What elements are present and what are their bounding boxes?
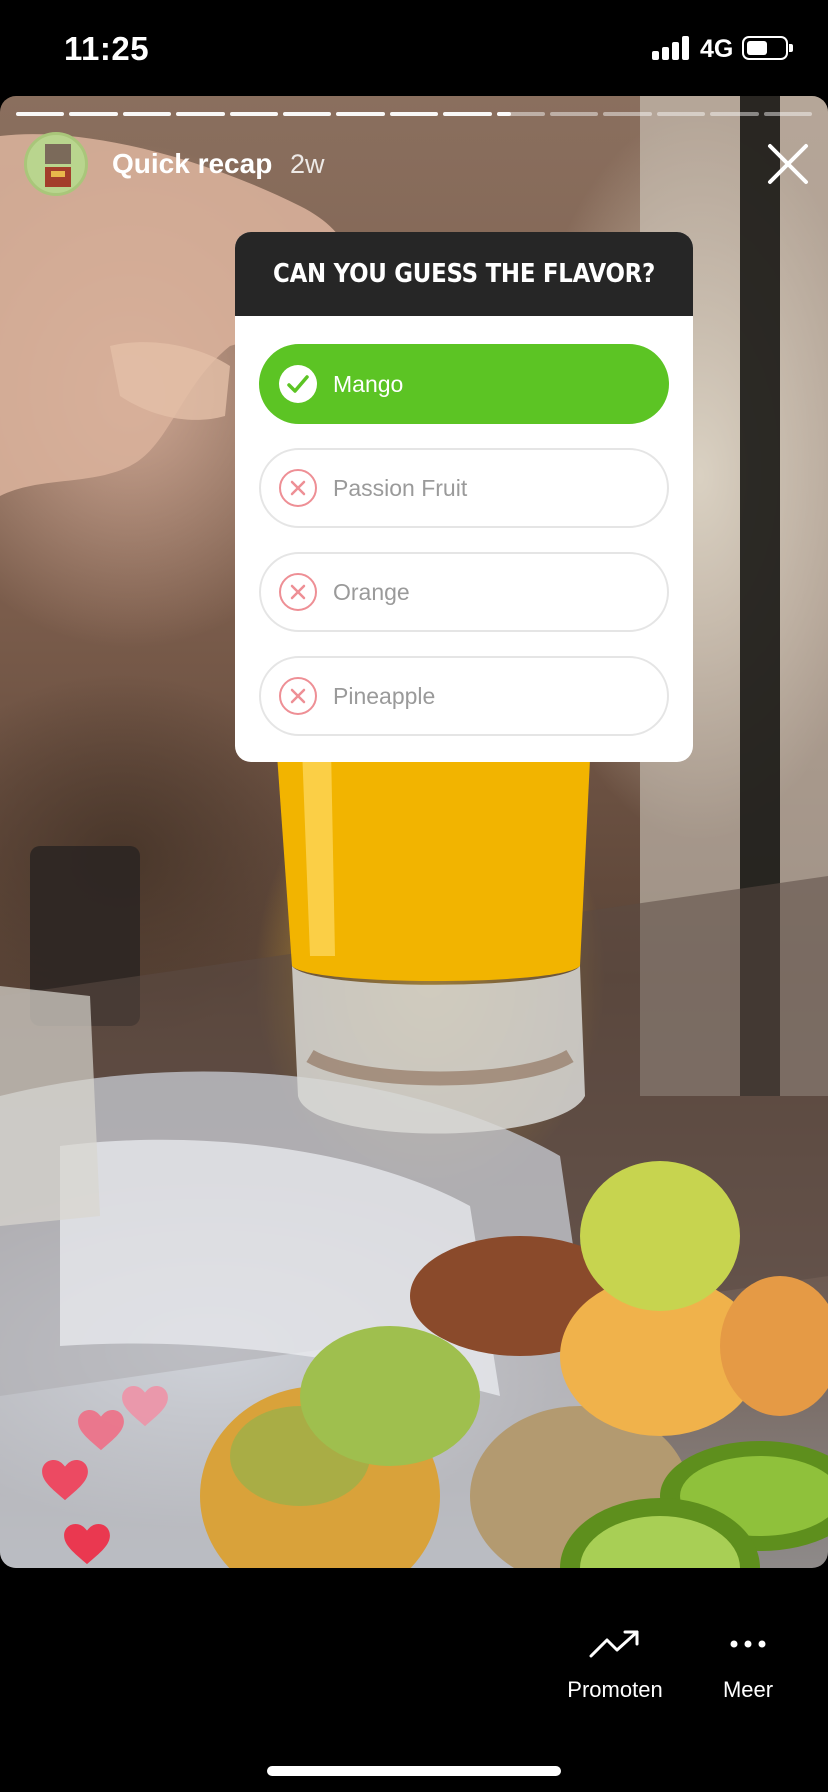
more-button[interactable]: Meer — [708, 1628, 788, 1703]
story-progress-segment — [550, 112, 599, 116]
account-avatar[interactable] — [24, 132, 88, 196]
story-progress-segment — [16, 112, 65, 116]
story-bottom-bar: Promoten Meer — [0, 1568, 828, 1792]
heart-icon — [78, 1410, 124, 1451]
quiz-option-pineapple[interactable]: Pineapple — [259, 656, 669, 736]
quiz-option-label: Pineapple — [333, 683, 436, 709]
story-progress-segment — [283, 112, 332, 116]
story-progress-segment — [122, 112, 172, 116]
account-name[interactable]: Quick recap — [112, 148, 272, 180]
quiz-question: CAN YOU GUESS THE FLAVOR? — [235, 232, 693, 316]
story-progress-current-fill — [496, 112, 512, 116]
story-progress-segment — [763, 112, 812, 116]
story-progress-segment — [176, 112, 225, 116]
promote-label: Promoten — [567, 1677, 663, 1702]
quiz-option-label: Passion Fruit — [333, 475, 468, 501]
story-progress-segment — [710, 112, 759, 116]
quiz-option-label: Orange — [333, 579, 410, 605]
heart-icon — [42, 1460, 88, 1501]
quiz-option-mango[interactable]: Mango — [259, 344, 669, 424]
check-icon — [279, 365, 317, 403]
promote-button[interactable]: Promoten — [554, 1628, 676, 1703]
story-progress-bar — [16, 112, 812, 116]
close-button[interactable] — [764, 140, 812, 188]
story-progress-segment — [656, 112, 706, 116]
status-time: 11:25 — [64, 30, 150, 67]
story-viewer-screen: 11:25 4G Quick recap 2w CAN YOU GUESS TH… — [0, 0, 828, 1792]
quiz-options: Mango Passion Fruit Orange Pineapple — [259, 344, 669, 760]
close-icon — [768, 144, 808, 184]
story-progress-segment — [229, 112, 278, 116]
battery-icon — [742, 36, 793, 60]
story-progress-segment — [443, 112, 492, 116]
trending-up-icon — [589, 1630, 639, 1658]
heart-icon — [64, 1524, 110, 1565]
story-progress-segment — [336, 112, 385, 116]
heart-icon — [122, 1386, 168, 1427]
story-media[interactable]: Quick recap 2w CAN YOU GUESS THE FLAVOR? — [0, 96, 828, 1568]
quiz-question-text: CAN YOU GUESS THE FLAVOR? — [272, 259, 656, 289]
home-indicator[interactable] — [267, 1766, 561, 1776]
quiz-option-orange[interactable]: Orange — [259, 552, 669, 632]
status-bar: 11:25 4G — [0, 0, 828, 96]
quiz-option-label: Mango — [333, 371, 404, 397]
more-label: Meer — [722, 1677, 774, 1702]
post-age: 2w — [290, 149, 325, 179]
more-icon — [730, 1640, 766, 1648]
story-header: Quick recap 2w — [24, 132, 808, 196]
x-circle-icon — [279, 573, 317, 611]
quiz-sticker: CAN YOU GUESS THE FLAVOR? Mango Passion … — [235, 232, 693, 762]
x-circle-icon — [279, 677, 317, 715]
network-type: 4G — [700, 35, 734, 63]
story-progress-segment — [603, 112, 652, 116]
story-progress-segment — [69, 112, 118, 116]
signal-icon — [652, 36, 692, 60]
story-progress-segment — [496, 112, 545, 116]
story-progress-segment — [389, 112, 439, 116]
x-circle-icon — [279, 469, 317, 507]
quiz-option-passion-fruit[interactable]: Passion Fruit — [259, 448, 669, 528]
